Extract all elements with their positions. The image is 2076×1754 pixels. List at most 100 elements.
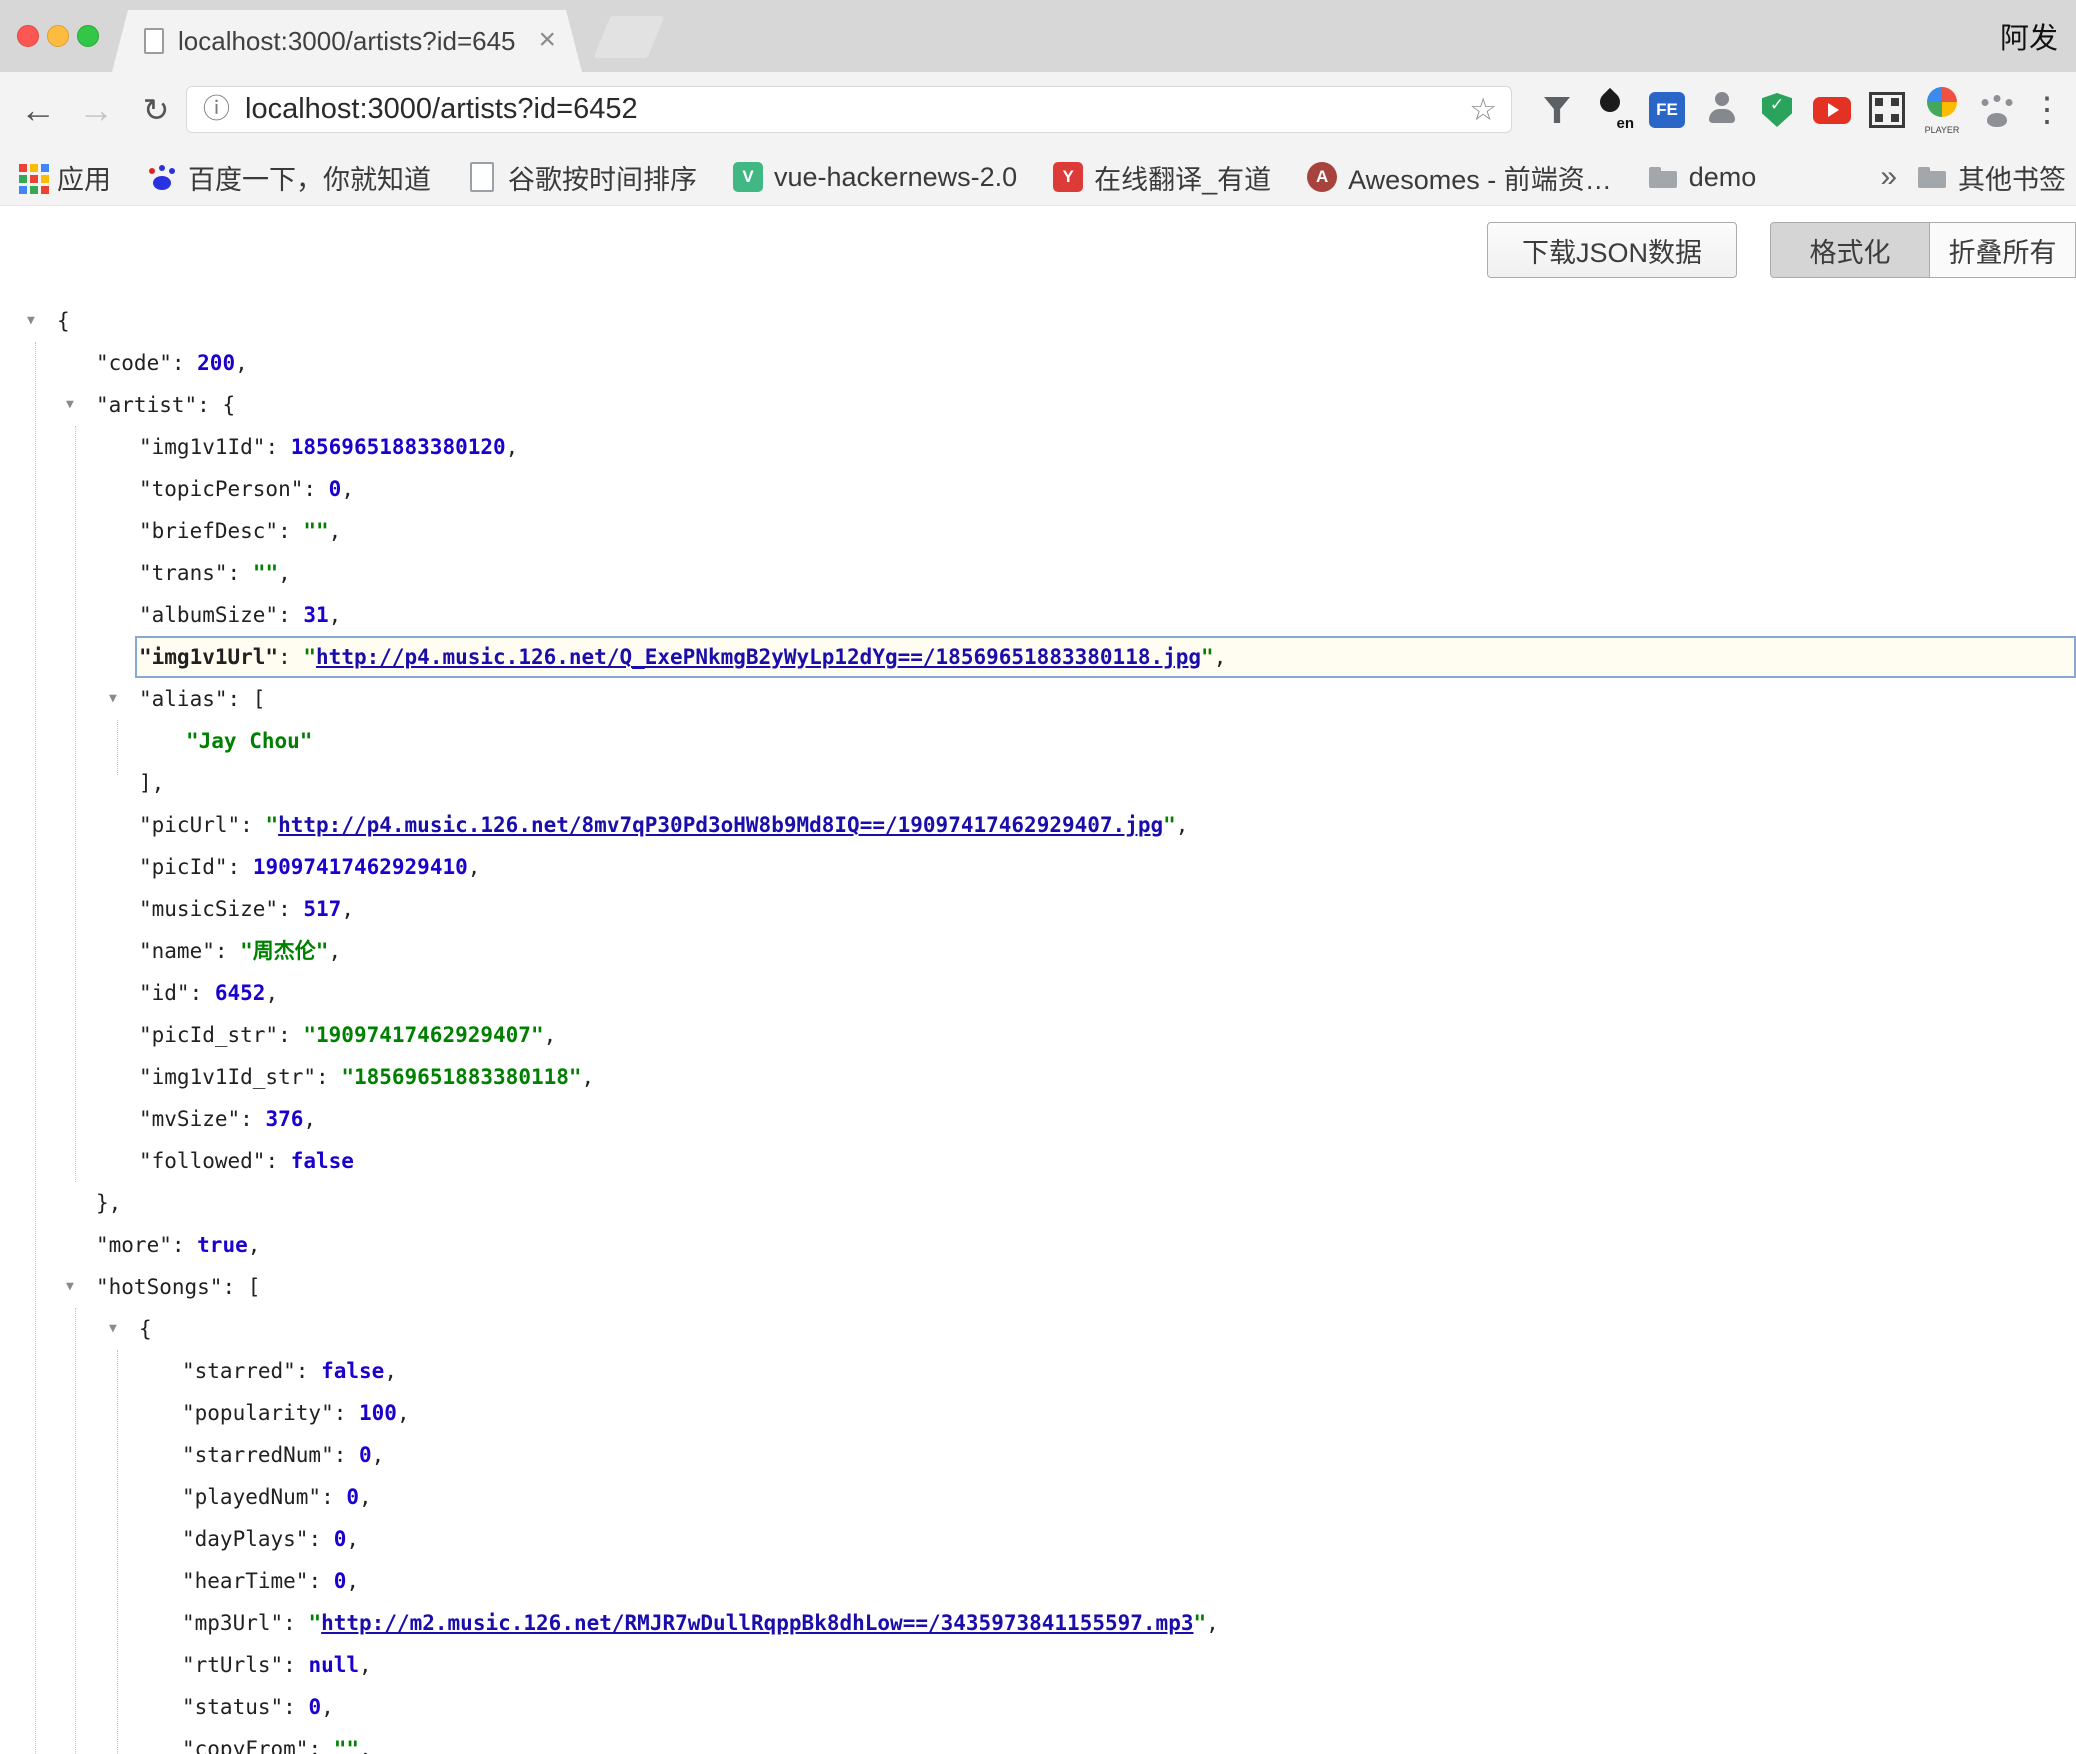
new-tab-button[interactable] <box>594 16 665 58</box>
json-token: true <box>197 1233 248 1257</box>
json-line: "briefDesc": "", <box>0 510 2076 552</box>
json-line: ▼"alias": [ <box>0 678 2076 720</box>
browser-tab[interactable]: localhost:3000/artists?id=645 × <box>112 10 582 72</box>
url-text[interactable]: localhost:3000/artists?id=6452 <box>245 87 638 132</box>
json-token: 376 <box>265 1107 303 1131</box>
bookmark-item[interactable]: Y在线翻译_有道 <box>1053 158 1271 197</box>
folder-icon <box>1648 162 1678 192</box>
json-token: : <box>296 1359 321 1383</box>
collapse-toggle-icon[interactable]: ▼ <box>109 678 117 720</box>
json-token: , <box>359 1485 372 1509</box>
folder-icon <box>1917 162 1947 192</box>
vue-icon: V <box>733 162 763 192</box>
collapse-toggle-icon[interactable]: ▼ <box>109 1308 117 1350</box>
collapse-toggle-icon[interactable]: ▼ <box>66 384 74 426</box>
extensions-area: en FE PLAYER <box>1534 72 2020 148</box>
json-token: : <box>228 855 253 879</box>
json-token: "19097417462929407" <box>303 1023 543 1047</box>
player-extension-icon[interactable]: PLAYER <box>1919 82 1965 138</box>
json-token: false <box>321 1359 384 1383</box>
back-icon[interactable]: ← <box>10 72 66 148</box>
profile-person-extension-icon[interactable] <box>1699 82 1745 138</box>
json-token: "musicSize" <box>139 897 278 921</box>
youdao-icon: Y <box>1053 162 1083 192</box>
fe-extension-icon[interactable]: FE <box>1644 82 1690 138</box>
json-token: , <box>1206 1611 1219 1635</box>
json-token: , <box>235 351 248 375</box>
bookmarks-left: 应用百度一下，你就知道谷歌按时间排序 Vvue-hackernews-2.0 Y在线… <box>16 148 1756 206</box>
json-token: }, <box>96 1191 121 1215</box>
close-window-button[interactable] <box>17 25 39 47</box>
tab-close-icon[interactable]: × <box>538 10 556 72</box>
paw-extension-icon[interactable] <box>1974 82 2020 138</box>
bookmark-item[interactable]: AAwesomes - 前端资… <box>1307 158 1612 197</box>
bookmark-star-icon[interactable]: ☆ <box>1469 87 1497 132</box>
awesomes-icon: A <box>1307 162 1337 192</box>
bookmark-item[interactable]: 谷歌按时间排序 <box>467 158 697 197</box>
collapse-all-button[interactable]: 折叠所有 <box>1930 222 2076 278</box>
url-link[interactable]: http://m2.music.126.net/RMJR7wDullRqppBk… <box>321 1611 1193 1635</box>
download-json-button[interactable]: 下载JSON数据 <box>1487 222 1737 278</box>
shield-extension-icon[interactable] <box>1754 82 1800 138</box>
funnel-extension-icon[interactable] <box>1534 82 1580 138</box>
json-line: ], <box>0 762 2076 804</box>
json-line: "mp3Url": "http://m2.music.126.net/RMJR7… <box>0 1602 2076 1644</box>
collapse-toggle-icon[interactable]: ▼ <box>27 300 35 342</box>
omnibox[interactable]: ⓘ localhost:3000/artists?id=6452 ☆ <box>186 86 1512 133</box>
json-token: : <box>308 1569 333 1593</box>
bookmarks-overflow-chevron[interactable]: » <box>1880 160 1897 194</box>
json-line: "picId": 19097417462929410, <box>0 846 2076 888</box>
url-link[interactable]: http://p4.music.126.net/Q_ExePNkmgB2yWyL… <box>316 645 1201 669</box>
qr-code-extension-icon[interactable] <box>1864 82 1910 138</box>
reload-icon[interactable]: ↻ <box>128 72 184 148</box>
json-token: "code" <box>96 351 172 375</box>
json-token: "img1v1Id_str" <box>139 1065 316 1089</box>
bookmark-label: 其他书签 <box>1958 158 2066 197</box>
json-line: }, <box>0 1182 2076 1224</box>
browser-menu-icon[interactable]: ⋮ <box>2024 72 2070 148</box>
json-line: "albumSize": 31, <box>0 594 2076 636</box>
json-line: "picUrl": "http://p4.music.126.net/8mv7q… <box>0 804 2076 846</box>
json-token: : <box>240 1107 265 1131</box>
other-bookmarks-folder[interactable]: 其他书签 <box>1917 158 2066 197</box>
json-line: ▼{ <box>0 1308 2076 1350</box>
json-line: "mvSize": 376, <box>0 1098 2076 1140</box>
minimize-window-button[interactable] <box>47 25 69 47</box>
youtube-extension-icon[interactable] <box>1809 82 1855 138</box>
translate-pen-extension-label: en <box>1616 115 1634 132</box>
bookmark-item[interactable]: demo <box>1648 162 1757 193</box>
json-token: : <box>334 1443 359 1467</box>
json-token: null <box>308 1653 359 1677</box>
bookmark-item[interactable]: Vvue-hackernews-2.0 <box>733 162 1017 193</box>
json-token: , <box>328 939 341 963</box>
json-token: "playedNum" <box>182 1485 321 1509</box>
json-token: : <box>240 813 265 837</box>
page-info-icon[interactable]: ⓘ <box>203 87 230 132</box>
bookmark-item[interactable]: 百度一下，你就知道 <box>147 158 431 197</box>
profile-name[interactable]: 阿发 <box>2000 0 2058 72</box>
translate-pen-extension-icon[interactable]: en <box>1589 82 1635 138</box>
collapse-toggle-icon[interactable]: ▼ <box>66 1266 74 1308</box>
json-token: "picId" <box>139 855 228 879</box>
zoom-window-button[interactable] <box>77 25 99 47</box>
view-mode-buttons: 格式化 折叠所有 <box>1770 222 2076 278</box>
json-token: 31 <box>303 603 328 627</box>
json-line: "starred": false, <box>0 1350 2076 1392</box>
json-token: "Jay Chou" <box>186 729 312 753</box>
bookmark-item[interactable]: 应用 <box>16 158 111 197</box>
json-token: " <box>265 813 278 837</box>
json-viewer: ▼{"code": 200,▼"artist": {"img1v1Id": 18… <box>0 300 2076 1754</box>
json-token: "topicPerson" <box>139 477 303 501</box>
json-token: , <box>329 519 342 543</box>
json-token: , <box>346 1569 359 1593</box>
browser-window: localhost:3000/artists?id=645 × 阿发 ← → ↻… <box>0 0 2076 1754</box>
json-line: "hearTime": 0, <box>0 1560 2076 1602</box>
url-link[interactable]: http://p4.music.126.net/8mv7qP30Pd3oHW8b… <box>278 813 1163 837</box>
bookmark-label: vue-hackernews-2.0 <box>774 162 1017 193</box>
json-token: "starredNum" <box>182 1443 334 1467</box>
json-line: "rtUrls": null, <box>0 1644 2076 1686</box>
json-token: "img1v1Url" <box>139 645 278 669</box>
json-token: , <box>372 1443 385 1467</box>
json-token: ], <box>139 771 164 795</box>
format-button[interactable]: 格式化 <box>1770 222 1930 278</box>
